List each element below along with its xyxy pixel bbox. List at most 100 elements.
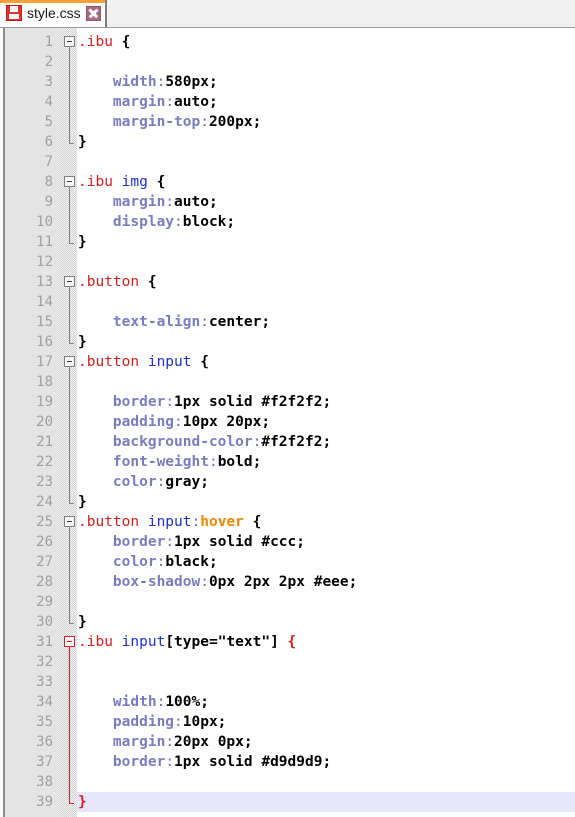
code-token: :	[165, 194, 175, 210]
fold-guide-line	[69, 752, 70, 772]
fold-guide-line	[69, 712, 70, 732]
line-number: 18	[36, 374, 53, 390]
code-token: 1px solid #f2f2f2;	[174, 394, 332, 410]
code-line[interactable]: }	[77, 132, 575, 152]
code-editor[interactable]: 1 2 3 4 5 6 7 8 9 10 11 12 13 14 15 16 17 18 19 20 21 22 23 24 2…	[0, 28, 575, 817]
code-line[interactable]	[77, 772, 575, 792]
code-line[interactable]: border:1px solid #f2f2f2;	[77, 392, 575, 412]
code-line[interactable]: .button input:hover {	[77, 512, 575, 532]
editor-tab-style-css[interactable]: style.css	[0, 0, 107, 27]
code-token: 20px 0px;	[174, 734, 253, 750]
code-line[interactable]: border:1px solid #d9d9d9;	[77, 752, 575, 772]
code-line[interactable]: .button input {	[77, 352, 575, 372]
code-token: box-shadow	[78, 574, 201, 590]
line-number: 29	[36, 594, 53, 610]
line-number: 39	[36, 794, 53, 810]
code-line[interactable]: width:580px;	[77, 72, 575, 92]
code-line[interactable]	[77, 592, 575, 612]
code-token: bold;	[217, 454, 262, 470]
code-token: text-align	[78, 314, 201, 330]
line-number: 16	[36, 334, 53, 350]
tab-bar: style.css	[0, 0, 575, 28]
fold-toggle-icon[interactable]	[64, 276, 75, 287]
code-line[interactable]: .ibu img {	[77, 172, 575, 192]
code-line[interactable]: font-weight:bold;	[77, 452, 575, 472]
code-token: input	[147, 514, 192, 530]
line-number: 19	[36, 394, 53, 410]
code-line[interactable]: }	[77, 232, 575, 252]
code-token: }	[78, 134, 87, 150]
code-token: 1px solid #d9d9d9;	[174, 754, 332, 770]
code-line[interactable]: .button {	[77, 272, 575, 292]
fold-guide-line	[69, 452, 70, 472]
code-token: }	[78, 334, 87, 350]
fold-toggle-icon[interactable]	[64, 36, 75, 47]
code-token: {	[139, 274, 157, 290]
fold-guide-line	[69, 132, 70, 143]
code-token: .ibu	[78, 174, 113, 190]
code-line[interactable]: padding:10px 20px;	[77, 412, 575, 432]
code-token: margin	[78, 194, 166, 210]
code-line[interactable]: }	[77, 492, 575, 512]
code-token: 10px 20px;	[182, 414, 271, 430]
code-line[interactable]: background-color:#f2f2f2;	[77, 432, 575, 452]
code-line[interactable]	[77, 52, 575, 72]
code-line[interactable]	[77, 652, 575, 672]
code-line[interactable]: padding:10px;	[77, 712, 575, 732]
code-line[interactable]: }	[77, 612, 575, 632]
fold-end-marker	[69, 803, 74, 804]
code-line[interactable]: .ibu {	[77, 32, 575, 52]
code-token: }	[78, 234, 87, 250]
code-line[interactable]: margin:auto;	[77, 192, 575, 212]
code-line[interactable]: .ibu input[type="text"] {	[77, 632, 575, 652]
code-line[interactable]: display:block;	[77, 212, 575, 232]
fold-guide-line	[69, 492, 70, 503]
line-number: 3	[44, 74, 53, 90]
code-line[interactable]	[77, 152, 575, 172]
close-icon[interactable]	[85, 5, 101, 21]
code-line[interactable]: margin:auto;	[77, 92, 575, 112]
code-line[interactable]: width:100%;	[77, 692, 575, 712]
code-token: padding	[78, 714, 175, 730]
tab-active-accent	[0, 0, 105, 3]
code-token: color	[78, 554, 157, 570]
code-token: hover	[200, 514, 244, 530]
fold-guide-line	[69, 592, 70, 612]
code-folding-margin[interactable]	[61, 28, 77, 817]
code-token: margin-top	[78, 114, 201, 130]
fold-guide-line	[69, 672, 70, 692]
line-number: 37	[36, 754, 53, 770]
code-line[interactable]	[77, 252, 575, 272]
fold-toggle-icon[interactable]	[64, 516, 75, 527]
code-line[interactable]	[77, 372, 575, 392]
code-token: 580px;	[165, 74, 218, 90]
code-token: color	[78, 474, 157, 490]
code-line[interactable]	[77, 292, 575, 312]
line-number: 22	[36, 454, 53, 470]
fold-toggle-icon[interactable]	[64, 176, 75, 187]
code-line[interactable]: margin:20px 0px;	[77, 732, 575, 752]
code-text-area[interactable]: .ibu { width:580px; margin:auto; margin-…	[77, 28, 575, 817]
code-line[interactable]: border:1px solid #ccc;	[77, 532, 575, 552]
code-line[interactable]: margin-top:200px;	[77, 112, 575, 132]
line-number: 23	[36, 474, 53, 490]
code-line[interactable]	[77, 672, 575, 692]
fold-toggle-icon[interactable]	[64, 356, 75, 367]
fold-toggle-icon[interactable]	[64, 636, 75, 647]
code-line[interactable]: box-shadow:0px 2px 2px #eee;	[77, 572, 575, 592]
code-line[interactable]: color:gray;	[77, 472, 575, 492]
line-number: 11	[36, 234, 53, 250]
line-number: 33	[36, 674, 53, 690]
code-token: .ibu	[78, 34, 113, 50]
code-token: :	[165, 534, 175, 550]
code-line[interactable]: }	[77, 792, 575, 812]
code-line[interactable]: }	[77, 332, 575, 352]
code-line[interactable]: text-align:center;	[77, 312, 575, 332]
code-token: :	[165, 734, 175, 750]
code-token: img	[121, 174, 148, 190]
code-line[interactable]: color:black;	[77, 552, 575, 572]
line-number: 7	[44, 154, 53, 170]
fold-guide-line	[69, 212, 70, 232]
code-token: background-color	[78, 434, 253, 450]
